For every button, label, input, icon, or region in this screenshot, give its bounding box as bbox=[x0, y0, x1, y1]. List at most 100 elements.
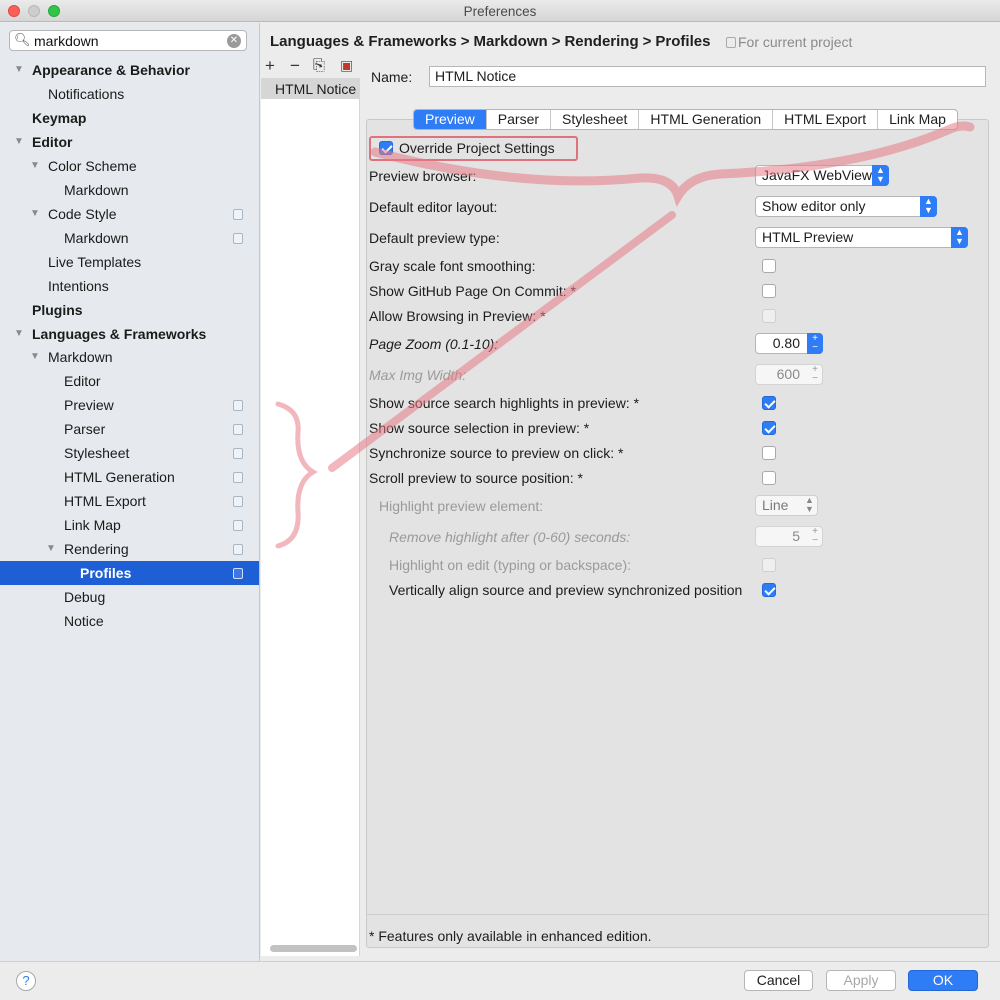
scroll-preview-checkbox[interactable] bbox=[762, 471, 776, 485]
sidebar-item-notifications[interactable]: Notifications bbox=[0, 82, 259, 106]
source-selection-checkbox[interactable] bbox=[762, 421, 776, 435]
stepper-icon[interactable]: + − bbox=[807, 526, 823, 547]
expand-arrow-icon[interactable]: ▼ bbox=[30, 202, 40, 226]
project-settings-icon bbox=[233, 520, 243, 531]
window-title: Preferences bbox=[463, 4, 537, 19]
override-project-settings-checkbox[interactable] bbox=[379, 141, 393, 155]
sidebar-item-notice[interactable]: Notice bbox=[0, 609, 259, 633]
export-profile-icon[interactable]: ▣ bbox=[340, 57, 353, 74]
project-settings-icon bbox=[233, 209, 243, 220]
project-settings-icon bbox=[233, 472, 243, 483]
sync-on-click-checkbox[interactable] bbox=[762, 446, 776, 460]
remove-highlight-spinner[interactable]: 5 + − bbox=[755, 526, 823, 547]
project-settings-icon bbox=[233, 448, 243, 459]
gray-scale-checkbox[interactable] bbox=[762, 259, 776, 273]
sidebar-item-stylesheet[interactable]: Stylesheet bbox=[0, 441, 259, 465]
search-highlights-checkbox[interactable] bbox=[762, 396, 776, 410]
cancel-button[interactable]: Cancel bbox=[744, 970, 813, 991]
sidebar-item-markdown-editor[interactable]: Editor bbox=[0, 369, 259, 393]
preview-browser-select[interactable]: JavaFX WebView ▲ ▼ bbox=[755, 165, 889, 186]
expand-arrow-icon[interactable]: ▼ bbox=[30, 154, 40, 178]
sidebar-item-parser[interactable]: Parser bbox=[0, 417, 259, 441]
settings-sidebar: 🔍︎ markdown ✕ ▼ Appearance & Behavior Not… bbox=[0, 23, 260, 961]
sidebar-item-markdown[interactable]: ▼ Markdown bbox=[0, 345, 259, 369]
sidebar-item-intentions[interactable]: Intentions bbox=[0, 274, 259, 298]
vertically-align-checkbox[interactable] bbox=[762, 583, 776, 597]
ok-button[interactable]: OK bbox=[908, 970, 978, 991]
scope-note: For current project bbox=[726, 34, 852, 50]
apply-button[interactable]: Apply bbox=[826, 970, 896, 991]
clear-search-icon[interactable]: ✕ bbox=[227, 34, 241, 48]
profile-list-scrollbar[interactable] bbox=[270, 945, 357, 952]
add-profile-icon[interactable]: + bbox=[265, 56, 275, 76]
max-img-width-spinner[interactable]: 600 + − bbox=[755, 364, 823, 385]
name-field[interactable]: HTML Notice bbox=[429, 66, 986, 87]
sidebar-item-preview[interactable]: Preview bbox=[0, 393, 259, 417]
override-project-settings-label: Override Project Settings bbox=[399, 140, 555, 156]
search-highlights-label: Show source search highlights in preview… bbox=[369, 395, 640, 411]
dialog-button-bar: ? Cancel Apply OK bbox=[0, 961, 1000, 1000]
sidebar-item-rendering[interactable]: ▼ Rendering bbox=[0, 537, 259, 561]
scroll-preview-label: Scroll preview to source position: * bbox=[369, 470, 583, 486]
copy-profile-icon[interactable]: ⎘ bbox=[313, 57, 325, 74]
highlight-element-select[interactable]: Line ▲ ▼ bbox=[755, 495, 818, 516]
sidebar-item-html-export[interactable]: HTML Export bbox=[0, 489, 259, 513]
sidebar-item-html-generation[interactable]: HTML Generation bbox=[0, 465, 259, 489]
sidebar-item-color-scheme[interactable]: ▼ Color Scheme bbox=[0, 154, 259, 178]
name-label: Name: bbox=[371, 69, 413, 85]
expand-arrow-icon[interactable]: ▼ bbox=[30, 345, 40, 369]
sidebar-item-live-templates[interactable]: Live Templates bbox=[0, 250, 259, 274]
sidebar-item-languages-frameworks[interactable]: ▼ Languages & Frameworks bbox=[0, 322, 259, 346]
search-input[interactable]: markdown bbox=[34, 33, 99, 49]
tab-html-export[interactable]: HTML Export bbox=[773, 110, 879, 129]
page-zoom-spinner[interactable]: 0.80 + − bbox=[755, 333, 823, 354]
tab-preview[interactable]: Preview bbox=[414, 110, 487, 129]
project-settings-icon bbox=[233, 233, 243, 244]
preview-type-select[interactable]: HTML Preview ▲ ▼ bbox=[755, 227, 968, 248]
breadcrumb: Languages & Frameworks > Markdown > Renderin… bbox=[270, 33, 711, 50]
sidebar-item-appearance-behavior[interactable]: ▼ Appearance & Behavior bbox=[0, 58, 259, 82]
expand-arrow-icon[interactable]: ▼ bbox=[46, 537, 56, 561]
sidebar-item-code-style-markdown[interactable]: Markdown bbox=[0, 226, 259, 250]
max-img-width-label: Max Img Width: bbox=[369, 367, 467, 383]
project-settings-icon bbox=[233, 424, 243, 435]
github-page-label: Show GitHub Page On Commit: * bbox=[369, 283, 576, 299]
sidebar-item-color-scheme-markdown[interactable]: Markdown bbox=[0, 178, 259, 202]
sidebar-item-link-map[interactable]: Link Map bbox=[0, 513, 259, 537]
page-zoom-label: Page Zoom (0.1-10): bbox=[369, 336, 499, 352]
remove-profile-icon[interactable]: − bbox=[290, 56, 300, 76]
divider bbox=[367, 914, 988, 915]
stepper-icon[interactable]: + − bbox=[807, 364, 823, 385]
search-field[interactable]: 🔍︎ markdown ✕ bbox=[9, 30, 247, 51]
preview-type-label: Default preview type: bbox=[369, 230, 500, 246]
tab-stylesheet[interactable]: Stylesheet bbox=[551, 110, 640, 129]
highlight-on-edit-checkbox[interactable] bbox=[762, 558, 776, 572]
allow-browsing-checkbox[interactable] bbox=[762, 309, 776, 323]
editor-layout-select[interactable]: Show editor only ▲ ▼ bbox=[755, 196, 937, 217]
expand-arrow-icon[interactable]: ▼ bbox=[14, 322, 24, 346]
tab-parser[interactable]: Parser bbox=[487, 110, 552, 129]
sidebar-item-editor[interactable]: ▼ Editor bbox=[0, 130, 259, 154]
select-arrows-icon: ▲ ▼ bbox=[951, 227, 968, 248]
sidebar-item-keymap[interactable]: Keymap bbox=[0, 106, 259, 130]
sidebar-item-profiles[interactable]: Profiles bbox=[0, 561, 259, 585]
tab-html-generation[interactable]: HTML Generation bbox=[639, 110, 774, 129]
sidebar-item-debug[interactable]: Debug bbox=[0, 585, 259, 609]
footer-note: * Features only available in enhanced ed… bbox=[369, 928, 652, 944]
tab-link-map[interactable]: Link Map bbox=[878, 110, 957, 129]
profile-list: HTML Notice bbox=[261, 78, 360, 956]
sidebar-item-plugins[interactable]: Plugins bbox=[0, 298, 259, 322]
profile-list-toolbar: + − ⎘ ▣ bbox=[262, 56, 359, 78]
list-item[interactable]: HTML Notice bbox=[261, 79, 359, 99]
editor-layout-label: Default editor layout: bbox=[369, 199, 498, 215]
stepper-icon[interactable]: + − bbox=[807, 333, 823, 354]
highlight-element-label: Highlight preview element: bbox=[379, 498, 544, 514]
sync-on-click-label: Synchronize source to preview on click: … bbox=[369, 445, 624, 461]
expand-arrow-icon[interactable]: ▼ bbox=[14, 130, 24, 154]
github-page-checkbox[interactable] bbox=[762, 284, 776, 298]
select-arrows-icon: ▲ ▼ bbox=[872, 165, 889, 186]
expand-arrow-icon[interactable]: ▼ bbox=[14, 58, 24, 82]
help-button[interactable]: ? bbox=[16, 971, 36, 991]
allow-browsing-label: Allow Browsing in Preview: * bbox=[369, 308, 546, 324]
sidebar-item-code-style[interactable]: ▼ Code Style bbox=[0, 202, 259, 226]
